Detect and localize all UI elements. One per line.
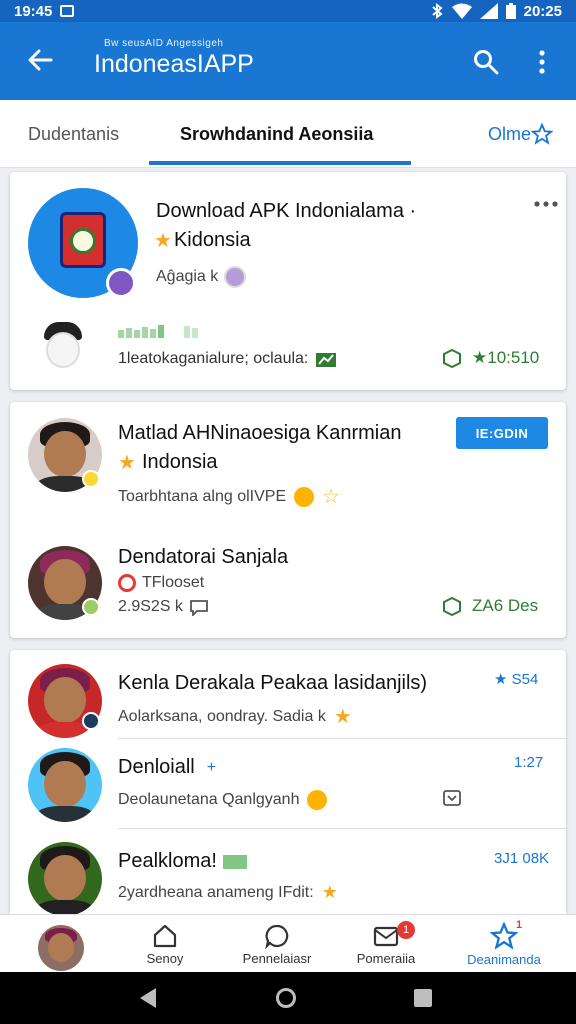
chart-icon (222, 854, 247, 869)
app-subtitle: Bw seusAID Angessigeh (104, 38, 224, 49)
inbox-badge: 1 (397, 921, 415, 939)
nav-messages[interactable]: Pennelaiasr (232, 915, 322, 973)
card1-rating: ★10:510 (442, 348, 539, 368)
comment-icon (190, 600, 208, 616)
tab-bar: Dudentanis Srowhdanind Aeonsiia Olme (0, 100, 576, 168)
card3-item1-meta: Aolarksana, oondray. Sadia k ★ (118, 706, 352, 728)
signal-icon (479, 3, 498, 19)
home-icon (153, 924, 177, 947)
star-outline-icon: ☆ (322, 486, 341, 508)
card1-meta: Aĝagia k (156, 266, 247, 288)
divider (118, 738, 566, 739)
card2-item2-right: ZA6 Des (442, 596, 538, 616)
profile-avatar[interactable] (38, 925, 84, 971)
mascot-avatar (42, 322, 84, 372)
star-badge-icon: ★ (321, 882, 338, 902)
bookmark-icon (443, 790, 461, 806)
tab-active[interactable]: Srowhdanind Aeonsiia (180, 100, 373, 168)
status-dot-icon (82, 598, 100, 616)
app-badge-icon (106, 268, 136, 298)
card2-item2-title: Dendatorai Sanjala (118, 546, 289, 568)
card3-item1-right: ★ S54 (494, 671, 539, 688)
star-icon: ★ (154, 230, 172, 252)
card1-footer: 1leatokaganialure; oclaula: (118, 350, 337, 368)
overflow-menu-button[interactable] (524, 44, 560, 80)
star-badge-icon: ★ (333, 706, 352, 728)
avatar (28, 842, 102, 916)
avatar (28, 748, 102, 822)
system-back-icon[interactable] (140, 988, 156, 1008)
system-navigation-bar (0, 972, 576, 1024)
system-home-icon[interactable] (276, 988, 296, 1008)
card1-more-button[interactable] (534, 194, 558, 212)
emoji-smile-icon (307, 790, 328, 810)
card2-item1-subtitle: ★ Indonsia (118, 451, 218, 474)
app-list-card: Matlad AHNinaoesiga Kanrmian IE:GDIN ★ I… (10, 402, 566, 638)
feed-card: Kenla Derakala Peakaa lasidanjils) ★ S54… (10, 650, 566, 916)
star-icon (490, 921, 518, 950)
battery-icon (505, 3, 516, 19)
card3-item3-right: 3J1 08K (494, 850, 550, 867)
chat-icon (265, 924, 289, 949)
divider (118, 828, 566, 829)
tab-favorites[interactable]: Olme (488, 100, 554, 168)
nav-home[interactable]: Senoy (130, 915, 200, 973)
arrow-back-icon (28, 49, 53, 71)
tab-indicator (149, 161, 411, 165)
install-button[interactable]: IE:GDIN (456, 417, 548, 449)
trend-icon: + (206, 758, 217, 776)
activity-bars (118, 325, 198, 338)
small-avatar-icon (224, 266, 247, 288)
save-button[interactable] (442, 788, 462, 813)
featured-app-card[interactable]: Download APK Indonialama · ★ Kidonsia Aĝ… (10, 172, 566, 390)
status-bar: 19:45 20:25 (0, 0, 576, 22)
star-outline-icon (531, 123, 554, 145)
card2-item1-meta: Toarbhtana alng olIVPE ☆ (118, 486, 341, 508)
app-title: IndoneasIAPP (94, 50, 254, 78)
back-button[interactable] (22, 42, 58, 78)
app-bar: Bw seusAID Angessigeh IndoneasIAPP (0, 22, 576, 100)
card3-item3-title: Pealkloma! (118, 850, 247, 873)
card2-item1-title: Matlad AHNinaoesiga Kanrmian (118, 422, 402, 444)
card3-item3-meta: 2yardheana anameng IFdit: ★ (118, 882, 338, 902)
app-logo-icon (28, 188, 138, 298)
card2-item2-meta: 2.9S2S k (118, 598, 209, 616)
status-dot-icon (82, 470, 100, 488)
tab-first[interactable]: Dudentanis (28, 100, 119, 168)
card2-item2-subtitle: TFlooset (118, 574, 204, 592)
wifi-icon (451, 3, 472, 19)
system-recents-icon[interactable] (414, 989, 432, 1007)
card1-subtitle: ★ Kidonsia (154, 229, 251, 252)
status-dot-icon (82, 712, 100, 730)
chart-icon (316, 353, 337, 367)
bluetooth-icon (431, 3, 443, 19)
box-icon (443, 348, 461, 368)
emoji-smile-icon (294, 486, 315, 507)
star-icon: ★ (118, 452, 136, 474)
card1-title: Download APK Indonialama · (156, 200, 417, 222)
status-time: 19:45 (14, 2, 53, 20)
search-button[interactable] (468, 44, 504, 80)
bottom-navigation: Senoy Pennelaiasr Pomeraiia 1 Deanimanda… (0, 914, 576, 972)
more-vert-icon (539, 50, 545, 74)
card3-item2-meta: Deolaunetana Qanlgyanh (118, 790, 328, 810)
nav-favorites[interactable]: Deanimanda (456, 915, 552, 973)
status-clock: 20:25 (523, 2, 562, 20)
notification-icon (60, 5, 75, 17)
swirl-icon (118, 574, 136, 592)
nav-inbox[interactable]: Pomeraiia (346, 915, 426, 973)
search-icon (474, 50, 499, 75)
more-horiz-icon (534, 201, 558, 207)
card3-item2-right: 1:27 (514, 754, 544, 771)
favorites-badge: 1 (516, 919, 523, 931)
inbox-icon (373, 926, 399, 946)
tab-favorites-label: Olme (488, 123, 532, 144)
box-icon (443, 596, 461, 616)
card3-item2-title: Denloiall + (118, 756, 217, 778)
card3-item1-title: Kenla Derakala Peakaa lasidanjils) (118, 672, 428, 694)
